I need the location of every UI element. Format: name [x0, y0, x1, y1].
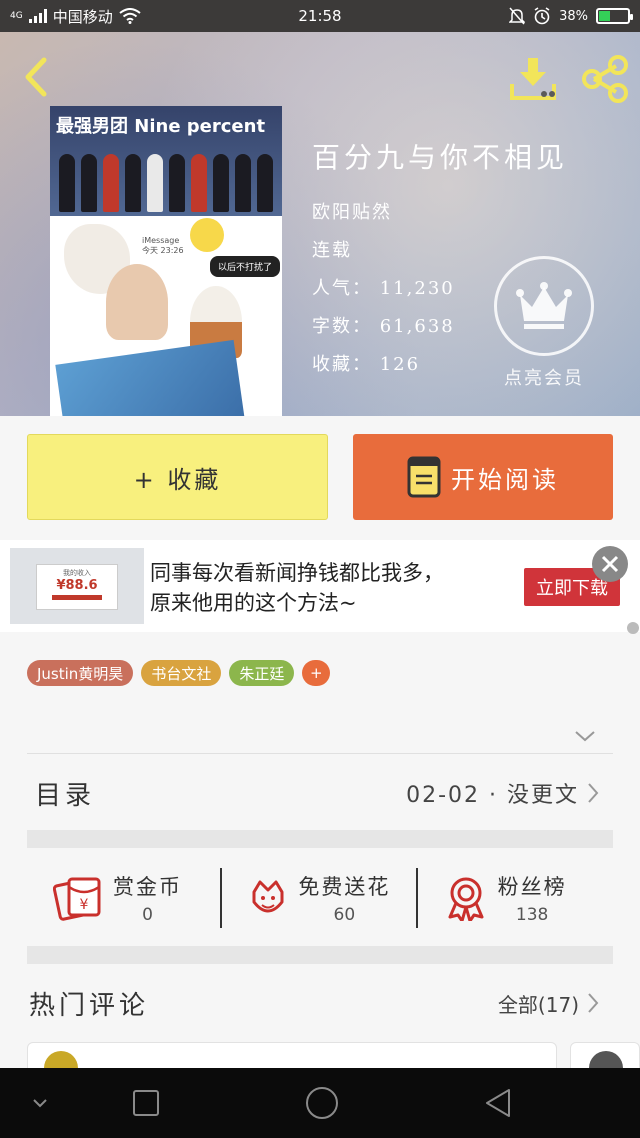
hide-nav-button[interactable] — [24, 1068, 56, 1138]
divider — [27, 753, 613, 754]
ad-info-icon[interactable] — [627, 622, 639, 634]
tag-item[interactable]: Justin黄明昊 — [27, 660, 134, 686]
toc-label: 目录 — [35, 780, 96, 811]
square-icon — [133, 1090, 159, 1116]
comments-label: 热门评论 — [29, 990, 150, 1021]
support-stats: ¥ 赏金币 0 免费送花 60 粉丝榜 138 — [27, 850, 613, 946]
cover-imessage: iMessage 今天 23:26 — [142, 236, 184, 255]
tag-list: Justin黄明昊 书台文社 朱正廷 + — [27, 660, 331, 686]
red-packet-icon: ¥ — [53, 877, 101, 921]
cover-chat-bubble: 以后不打扰了 — [210, 256, 281, 277]
circle-icon — [306, 1087, 338, 1119]
cover-band: 最强男团 Nine percent — [50, 106, 282, 216]
book-author[interactable]: 欧阳贴然 — [312, 198, 568, 224]
stat-title: 免费送花 — [298, 875, 391, 899]
ad-thumbnail: 我的收入 ¥88.6 — [10, 548, 144, 624]
book-cover[interactable]: 最强男团 Nine percent iMessage 今天 23:26 以后不打扰… — [50, 106, 282, 416]
mute-bell-icon — [509, 7, 526, 25]
stat-title: 粉丝榜 — [497, 875, 567, 899]
download-button[interactable] — [508, 54, 558, 104]
chevron-down-icon[interactable] — [574, 728, 596, 744]
book-header: 最强男团 Nine percent iMessage 今天 23:26 以后不打扰… — [0, 32, 640, 416]
cover-title: 最强男团 Nine percent — [56, 116, 266, 137]
alarm-icon — [534, 7, 550, 25]
table-of-contents-row[interactable]: 目录 02-02 · 没更文 — [27, 756, 613, 830]
close-icon — [601, 555, 619, 573]
toc-latest: 02-02 · 没更文 — [406, 777, 599, 809]
stat-value: 138 — [515, 905, 549, 925]
section-separator — [27, 830, 613, 848]
reward-coins[interactable]: ¥ 赏金币 0 — [27, 850, 223, 946]
vip-crown-button[interactable] — [494, 256, 594, 356]
start-reading-label: 开始阅读 — [451, 465, 559, 494]
stat-title: 赏金币 — [113, 875, 182, 899]
cover-group-photo — [56, 146, 276, 212]
ad-close-button[interactable] — [592, 546, 628, 582]
tag-item[interactable]: 书台文社 — [141, 660, 222, 686]
recent-apps-button[interactable] — [128, 1068, 164, 1138]
vip-label[interactable]: 点亮会员 — [494, 364, 594, 390]
book-title: 百分九与你不相见 — [312, 141, 569, 174]
triangle-back-icon — [486, 1089, 510, 1117]
crown-icon — [516, 282, 572, 329]
hot-comments-header: 热门评论 全部(17) — [27, 968, 613, 1038]
fan-ranking[interactable]: 粉丝榜 138 — [418, 850, 613, 946]
free-flowers[interactable]: 免费送花 60 — [222, 850, 418, 946]
home-button[interactable] — [302, 1068, 342, 1138]
book-icon — [407, 456, 441, 498]
battery-icon — [596, 8, 633, 24]
svg-text:¥: ¥ — [80, 897, 89, 913]
cover-dog-sticker — [106, 264, 168, 340]
start-reading-button[interactable]: 开始阅读 — [353, 434, 613, 520]
action-bar: + 收藏 开始阅读 — [0, 416, 640, 538]
back-button[interactable] — [14, 54, 60, 100]
status-bar: 4G 中国移动 21:58 38% — [0, 0, 640, 32]
share-button[interactable] — [580, 54, 630, 104]
chevron-right-icon — [588, 993, 599, 1013]
cover-anime-art — [55, 339, 245, 416]
stat-value: 60 — [333, 905, 356, 925]
add-tag-button[interactable]: + — [302, 660, 331, 686]
add-favorite-button[interactable]: + 收藏 — [27, 434, 328, 520]
chevron-down-icon — [33, 1099, 47, 1108]
cover-sun-sticker — [190, 218, 224, 252]
chevron-right-icon — [588, 783, 599, 803]
system-nav-bar — [0, 1068, 640, 1138]
system-back-button[interactable] — [478, 1068, 518, 1138]
ad-banner[interactable]: 我的收入 ¥88.6 同事每次看新闻挣钱都比我多， 原来他用的这个方法~ 立即下… — [0, 540, 640, 632]
medal-icon — [448, 877, 484, 921]
tag-item[interactable]: 朱正廷 — [229, 660, 295, 686]
stat-value: 0 — [142, 905, 153, 925]
flower-icon — [252, 880, 284, 913]
battery-percent: 38% — [559, 8, 588, 24]
all-comments-link[interactable]: 全部(17) — [498, 989, 599, 1018]
section-separator — [27, 946, 613, 964]
ad-text: 同事每次看新闻挣钱都比我多， 原来他用的这个方法~ — [150, 561, 444, 615]
ad-income-card: 我的收入 ¥88.6 — [36, 564, 118, 610]
